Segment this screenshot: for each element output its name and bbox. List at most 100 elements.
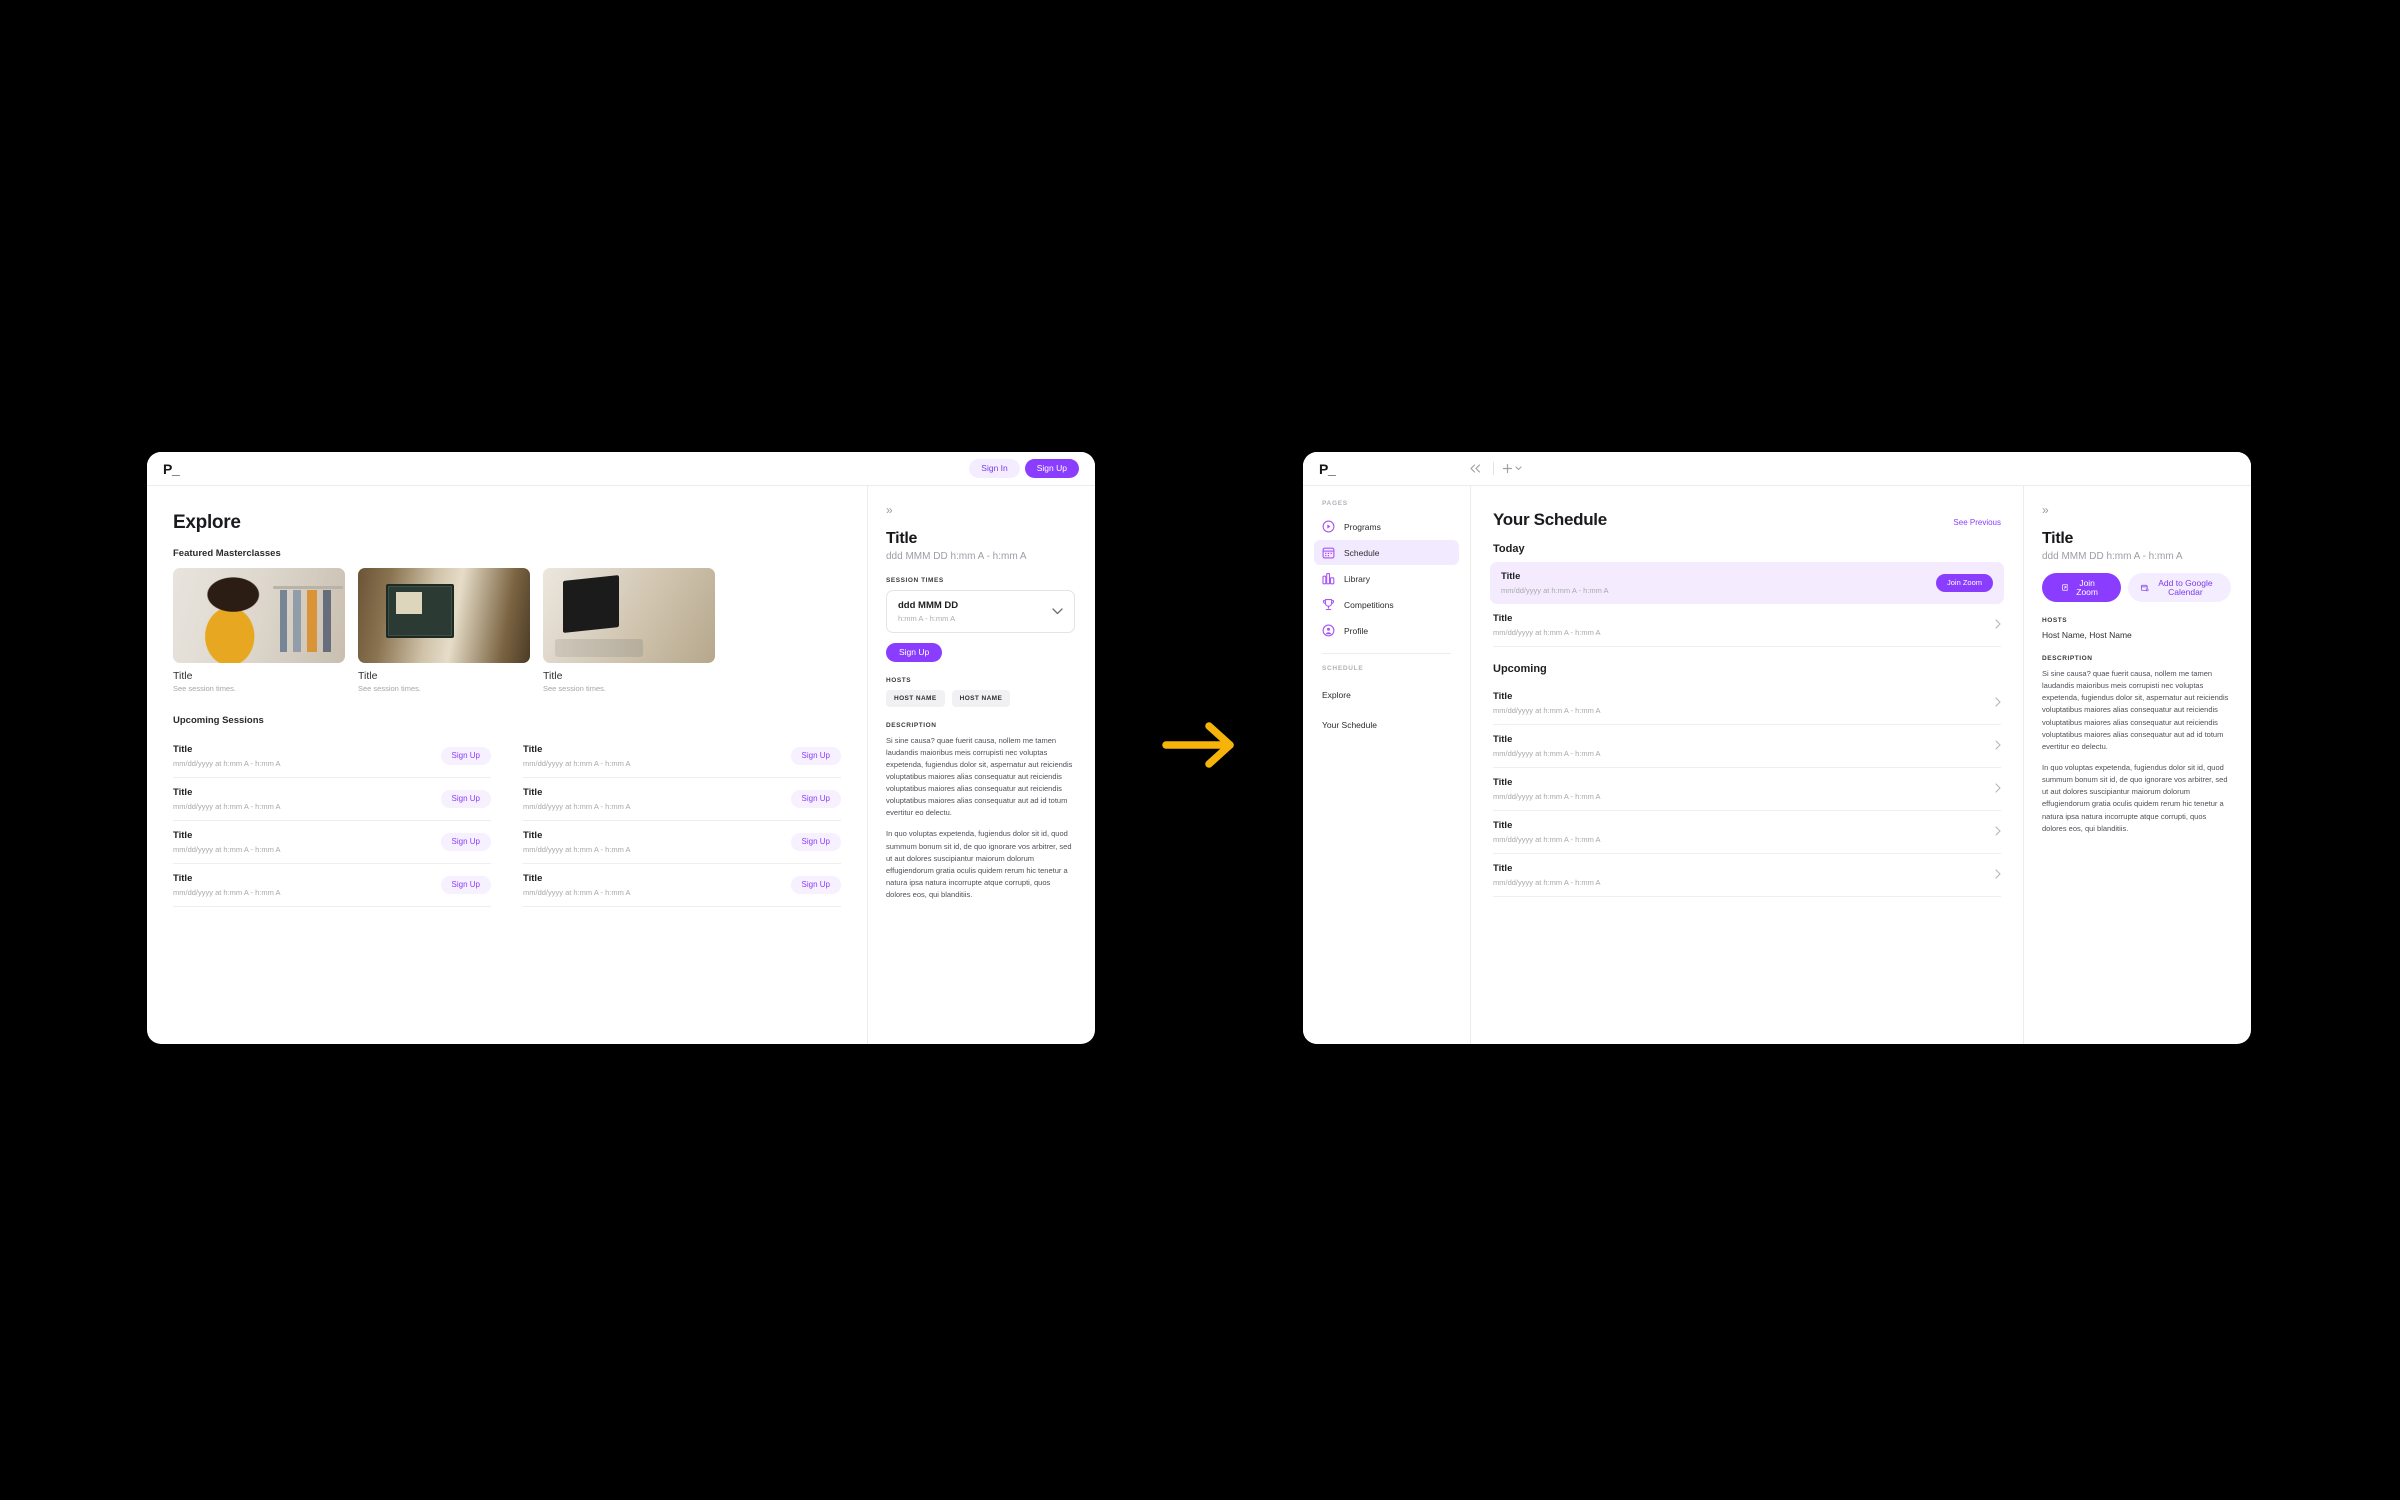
session-row[interactable]: Title mm/dd/yyyy at h:mm A - h:mm A Sign…	[173, 735, 491, 778]
session-texts: Title mm/dd/yyyy at h:mm A - h:mm A	[523, 787, 791, 811]
schedule-row[interactable]: Title mm/dd/yyyy at h:mm A - h:mm A	[1493, 682, 2001, 725]
session-texts: Title mm/dd/yyyy at h:mm A - h:mm A	[173, 830, 441, 854]
session-texts: Title mm/dd/yyyy at h:mm A - h:mm A	[523, 744, 791, 768]
new-page-button[interactable]	[1502, 463, 1522, 474]
hosts-label: HOSTS	[2042, 617, 2068, 624]
explore-detail-panel: » Title ddd MMM DD h:mm A - h:mm A SESSI…	[867, 486, 1095, 1044]
session-time: mm/dd/yyyy at h:mm A - h:mm A	[523, 845, 631, 854]
detail-title: Title	[886, 530, 918, 547]
join-zoom-button[interactable]: Join Zoom	[1935, 574, 1993, 592]
sidebar-item-label: Schedule	[1344, 547, 1380, 558]
featured-card-title: Title	[173, 670, 193, 682]
session-sign-up-button[interactable]: Sign Up	[790, 833, 841, 851]
session-time: mm/dd/yyyy at h:mm A - h:mm A	[173, 802, 281, 811]
schedule-row-title: Title	[1493, 691, 1513, 702]
schedule-row-texts: Title mm/dd/yyyy at h:mm A - h:mm A	[1493, 863, 1989, 887]
see-previous-link[interactable]: See Previous	[1953, 518, 2001, 527]
sidebar-item-explore[interactable]: Explore	[1314, 679, 1459, 709]
sidebar-item-your-schedule[interactable]: Your Schedule	[1314, 709, 1459, 739]
add-calendar-label: Add to Google Calendar	[2158, 578, 2213, 597]
sidebar-item-programs[interactable]: Programs	[1314, 514, 1459, 539]
today-group-label: Today	[1493, 543, 1525, 555]
host-chip: HOST NAME	[951, 689, 1011, 707]
schedule-row[interactable]: Title mm/dd/yyyy at h:mm A - h:mm A	[1493, 768, 2001, 811]
sidebar-item-label: Library	[1344, 573, 1370, 584]
session-sign-up-button[interactable]: Sign Up	[790, 876, 841, 894]
session-sign-up-button[interactable]: Sign Up	[440, 876, 491, 894]
session-time: mm/dd/yyyy at h:mm A - h:mm A	[173, 845, 281, 854]
session-times-select[interactable]: ddd MMM DD h:mm A - h:mm A	[886, 590, 1075, 633]
sidebar: PAGES Programs Schedule Library Competit…	[1303, 486, 1471, 1044]
host-chip-list: HOST NAME HOST NAME	[886, 689, 1075, 707]
featured-card[interactable]: Title See session times.	[358, 568, 530, 693]
expand-panel-icon[interactable]: »	[886, 504, 1075, 516]
session-texts: Title mm/dd/yyyy at h:mm A - h:mm A	[173, 744, 441, 768]
sidebar-item-label: Competitions	[1344, 599, 1394, 610]
session-time: mm/dd/yyyy at h:mm A - h:mm A	[523, 802, 631, 811]
sidebar-item-competitions[interactable]: Competitions	[1314, 592, 1459, 617]
sign-in-button[interactable]: Sign In	[969, 459, 1020, 478]
schedule-header: Your Schedule See Previous	[1493, 510, 2001, 530]
calendar-add-icon	[2141, 584, 2149, 591]
session-row[interactable]: Title mm/dd/yyyy at h:mm A - h:mm A Sign…	[523, 821, 841, 864]
sidebar-item-label: Explore	[1322, 690, 1351, 700]
featured-card[interactable]: Title See session times.	[173, 568, 345, 693]
sidebar-item-label: Profile	[1344, 625, 1369, 636]
schedule-row-title: Title	[1501, 571, 1521, 582]
session-row[interactable]: Title mm/dd/yyyy at h:mm A - h:mm A Sign…	[173, 864, 491, 907]
schedule-row[interactable]: Title mm/dd/yyyy at h:mm A - h:mm A	[1493, 854, 2001, 897]
join-zoom-button[interactable]: Join Zoom	[2042, 573, 2121, 602]
session-select-texts: ddd MMM DD h:mm A - h:mm A	[898, 600, 1052, 623]
session-sign-up-button[interactable]: Sign Up	[440, 747, 491, 765]
session-sign-up-button[interactable]: Sign Up	[790, 747, 841, 765]
session-row[interactable]: Title mm/dd/yyyy at h:mm A - h:mm A Sign…	[173, 821, 491, 864]
sidebar-item-library[interactable]: Library	[1314, 566, 1459, 591]
schedule-window: P_ PAGES Programs Schedule Library Compe…	[1303, 452, 2251, 1044]
sign-up-button[interactable]: Sign Up	[1024, 459, 1079, 478]
session-title: Title	[523, 873, 543, 884]
collapse-sidebar-icon[interactable]	[1465, 459, 1485, 479]
session-row[interactable]: Title mm/dd/yyyy at h:mm A - h:mm A Sign…	[173, 778, 491, 821]
sidebar-item-label: Programs	[1344, 521, 1381, 532]
featured-card-subtitle: See session times.	[358, 684, 421, 693]
schedule-topbar: P_	[1303, 452, 2251, 486]
sidebar-item-label: Your Schedule	[1322, 720, 1377, 730]
add-to-google-calendar-button[interactable]: Add to Google Calendar	[2127, 573, 2231, 602]
schedule-row-texts: Title mm/dd/yyyy at h:mm A - h:mm A	[1493, 691, 1989, 715]
explore-body: Explore Featured Masterclasses Title See…	[147, 486, 1095, 1044]
explore-window: P_ Sign In Sign Up Explore Featured Mast…	[147, 452, 1095, 1044]
session-sign-up-button[interactable]: Sign Up	[790, 790, 841, 808]
schedule-row-time: mm/dd/yyyy at h:mm A - h:mm A	[1493, 749, 1601, 758]
library-icon	[1322, 572, 1335, 585]
session-row[interactable]: Title mm/dd/yyyy at h:mm A - h:mm A Sign…	[523, 735, 841, 778]
schedule-row-title: Title	[1493, 863, 1513, 874]
featured-card[interactable]: Title See session times.	[543, 568, 715, 693]
session-sign-up-button[interactable]: Sign Up	[440, 790, 491, 808]
app-logo: P_	[1319, 460, 1336, 477]
sidebar-item-schedule[interactable]: Schedule	[1314, 540, 1459, 565]
description-paragraph: In quo voluptas expetenda, fugiendus dol…	[2042, 762, 2228, 833]
session-times-label: SESSION TIMES	[886, 577, 944, 584]
schedule-row-title: Title	[1493, 613, 1513, 624]
session-time: mm/dd/yyyy at h:mm A - h:mm A	[523, 888, 631, 897]
description-paragraph: Si sine causa? quae fuerit causa, nollem…	[886, 735, 1073, 818]
detail-sign-up-button[interactable]: Sign Up	[886, 643, 943, 662]
join-zoom-label: Join Zoom	[2076, 578, 2098, 597]
featured-card-subtitle: See session times.	[173, 684, 236, 693]
schedule-detail-panel: » Title ddd MMM DD h:mm A - h:mm A Join …	[2023, 486, 2251, 1044]
schedule-row[interactable]: Title mm/dd/yyyy at h:mm A - h:mm A	[1493, 811, 2001, 854]
expand-panel-icon[interactable]: »	[2042, 504, 2231, 516]
session-row[interactable]: Title mm/dd/yyyy at h:mm A - h:mm A Sign…	[523, 778, 841, 821]
schedule-row[interactable]: Title mm/dd/yyyy at h:mm A - h:mm A	[1493, 604, 2001, 647]
session-texts: Title mm/dd/yyyy at h:mm A - h:mm A	[173, 873, 441, 897]
session-row[interactable]: Title mm/dd/yyyy at h:mm A - h:mm A Sign…	[523, 864, 841, 907]
session-select-time: h:mm A - h:mm A	[898, 614, 956, 623]
session-sign-up-button[interactable]: Sign Up	[440, 833, 491, 851]
session-title: Title	[523, 744, 543, 755]
sidebar-divider	[1322, 653, 1451, 654]
sidebar-item-profile[interactable]: Profile	[1314, 618, 1459, 643]
schedule-row[interactable]: Title mm/dd/yyyy at h:mm A - h:mm A	[1493, 725, 2001, 768]
chevron-right-icon	[1989, 825, 2001, 839]
schedule-row-today-active[interactable]: Title mm/dd/yyyy at h:mm A - h:mm A Join…	[1490, 562, 2004, 604]
upcoming-group-label: Upcoming	[1493, 663, 1547, 675]
